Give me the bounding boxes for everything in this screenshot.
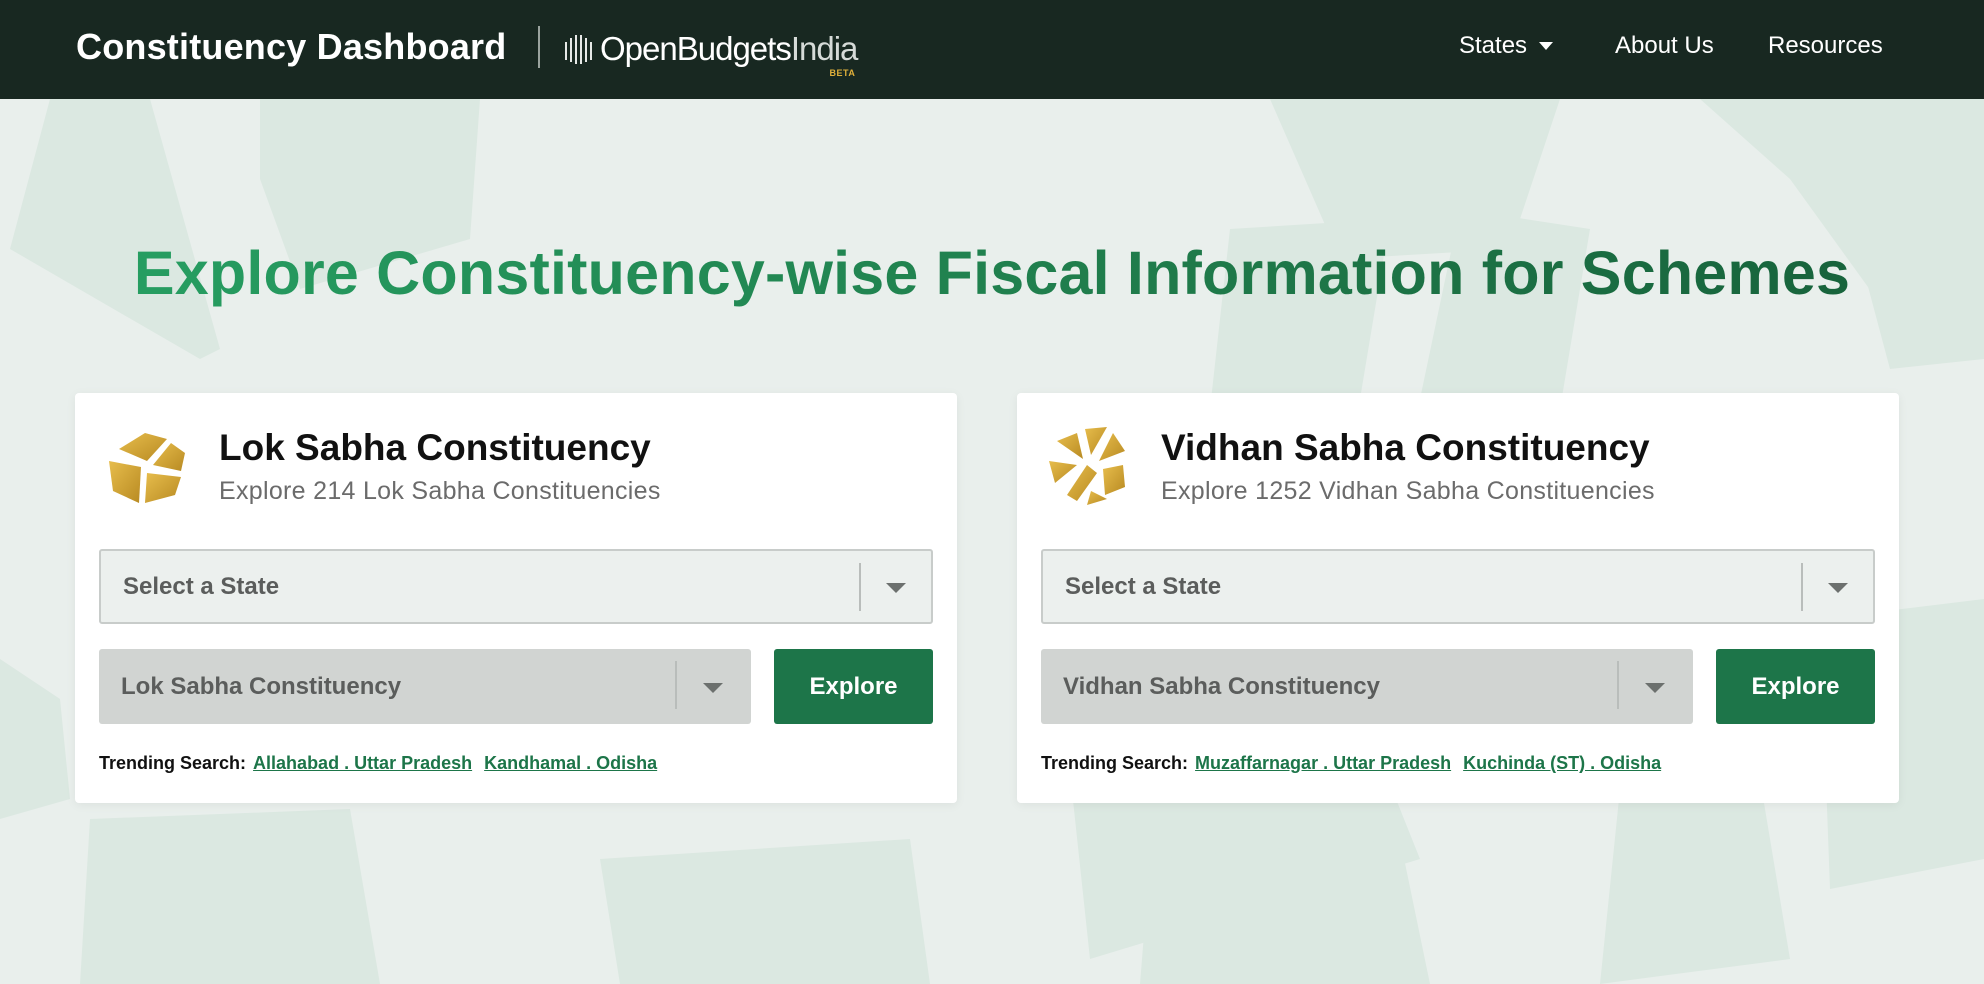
explore-button[interactable]: Explore xyxy=(1716,649,1875,724)
chevron-down-icon[interactable] xyxy=(703,682,723,693)
card-subtitle: Explore 1252 Vidhan Sabha Constituencies xyxy=(1161,477,1655,505)
nav-about-us[interactable]: About Us xyxy=(1615,32,1714,60)
lok-sabha-card: Lok Sabha Constituency Explore 214 Lok S… xyxy=(75,393,957,803)
logo-wordmark: OpenBudgetsIndia BETA xyxy=(600,30,859,78)
trending-link[interactable]: Muzaffarnagar . Uttar Pradesh xyxy=(1195,753,1451,774)
chevron-down-icon[interactable] xyxy=(1828,582,1848,593)
trending-link[interactable]: Allahabad . Uttar Pradesh xyxy=(253,753,472,774)
card-title: Lok Sabha Constituency xyxy=(219,427,651,468)
select-separator xyxy=(675,661,677,709)
card-subtitle: Explore 214 Lok Sabha Constituencies xyxy=(219,477,661,505)
trending-search: Trending Search: Allahabad . Uttar Prade… xyxy=(99,753,669,774)
vidhan-sabha-card: Vidhan Sabha Constituency Explore 1252 V… xyxy=(1017,393,1899,803)
logo-word-budgets: Budgets xyxy=(676,30,792,67)
nav-resources[interactable]: Resources xyxy=(1768,32,1883,60)
select-separator xyxy=(1617,661,1619,709)
lok-sabha-icon xyxy=(109,433,185,503)
trending-link[interactable]: Kuchinda (ST) . Odisha xyxy=(1463,753,1661,774)
beta-badge: BETA xyxy=(829,68,856,78)
nav-states-dropdown[interactable]: States xyxy=(1459,32,1554,60)
constituency-select[interactable]: Vidhan Sabha Constituency xyxy=(1041,649,1693,724)
state-select-placeholder: Select a State xyxy=(123,572,280,600)
chevron-down-icon[interactable] xyxy=(1645,682,1665,693)
chevron-down-icon[interactable] xyxy=(886,582,906,593)
state-select[interactable]: Select a State xyxy=(1041,549,1875,624)
logo-word-india: India xyxy=(790,30,859,67)
trending-link[interactable]: Kandhamal . Odisha xyxy=(484,753,657,774)
nav-states-label: States xyxy=(1459,32,1528,59)
top-navbar: Constituency Dashboard OpenBudgetsIndia … xyxy=(0,0,1984,99)
constituency-select-placeholder: Vidhan Sabha Constituency xyxy=(1063,672,1380,700)
constituency-select-placeholder: Lok Sabha Constituency xyxy=(121,672,402,700)
site-title[interactable]: Constituency Dashboard xyxy=(76,26,506,68)
vidhan-sabha-icon xyxy=(1049,427,1125,505)
constituency-select[interactable]: Lok Sabha Constituency xyxy=(99,649,751,724)
brand-divider xyxy=(538,26,540,68)
card-title: Vidhan Sabha Constituency xyxy=(1161,427,1650,468)
trending-label: Trending Search: xyxy=(1041,753,1189,773)
select-separator xyxy=(1801,563,1803,611)
logo-bars-icon xyxy=(565,35,592,64)
explore-button[interactable]: Explore xyxy=(774,649,933,724)
trending-search: Trending Search: Muzaffarnagar . Uttar P… xyxy=(1041,753,1673,774)
state-select-placeholder: Select a State xyxy=(1065,572,1222,600)
logo-word-open: Open xyxy=(600,30,678,67)
open-budgets-india-logo[interactable]: OpenBudgetsIndia BETA xyxy=(564,26,859,78)
trending-label: Trending Search: xyxy=(99,753,247,773)
select-separator xyxy=(859,563,861,611)
state-select[interactable]: Select a State xyxy=(99,549,933,624)
hero-title: Explore Constituency-wise Fiscal Informa… xyxy=(0,238,1984,308)
caret-down-icon xyxy=(1539,42,1554,50)
